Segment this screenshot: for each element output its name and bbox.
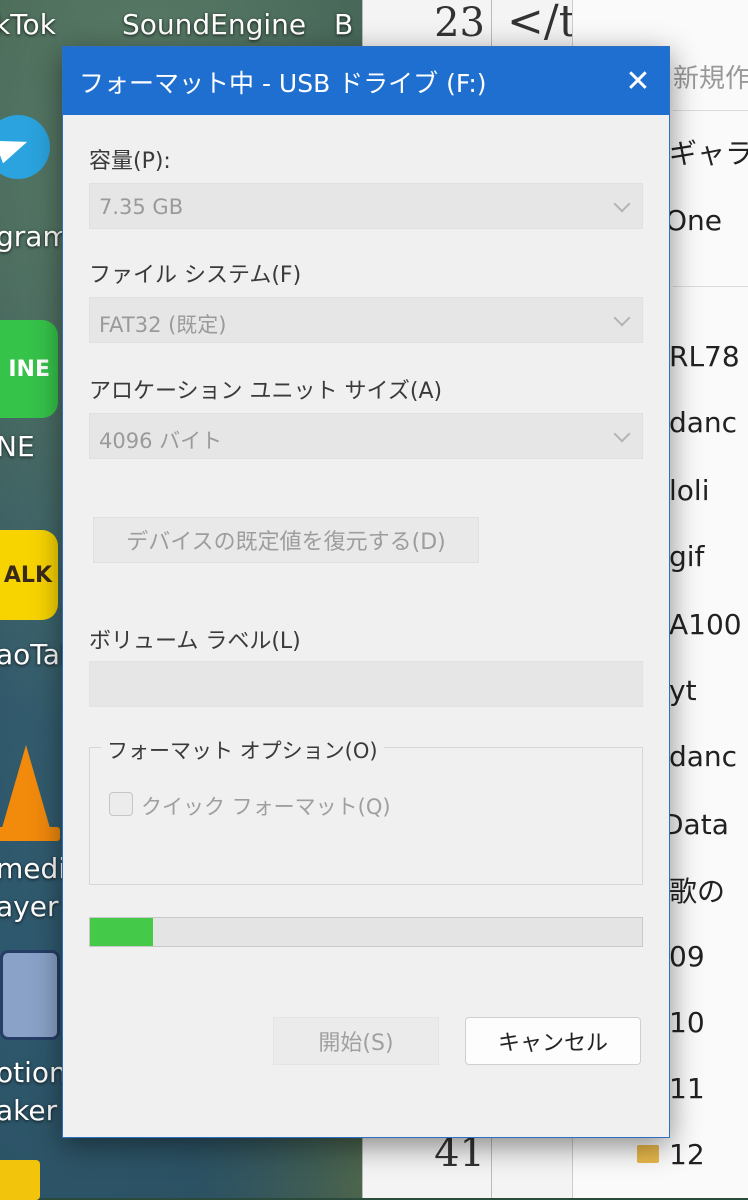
explorer-item[interactable]: danc [669, 736, 737, 776]
desktop-label-telegram[interactable]: gram [0, 220, 70, 253]
kakaotalk-icon[interactable]: ALK [0, 530, 58, 620]
line-number: 23 [434, 0, 485, 46]
movie-maker-icon[interactable] [0, 950, 60, 1040]
filesystem-value: FAT32 (既定) [99, 313, 227, 337]
desktop-label-motion[interactable]: otion [0, 1056, 67, 1089]
explorer-item-label: 歌の [669, 875, 726, 908]
format-dialog: フォーマット中 - USB ドライブ (F:) ✕ 容量(P): 7.35 GB… [62, 46, 670, 1138]
desktop-label-player[interactable]: ayer [0, 890, 58, 923]
capacity-label: 容量(P): [89, 149, 171, 174]
capacity-value: 7.35 GB [99, 195, 184, 219]
line-app-icon[interactable]: INE [0, 320, 58, 418]
explorer-item-label: loli [669, 473, 710, 507]
allocation-select[interactable]: 4096 バイト [89, 413, 643, 459]
explorer-item-label: 12 [669, 1137, 705, 1171]
dialog-titlebar[interactable]: フォーマット中 - USB ドライブ (F:) ✕ [63, 47, 669, 115]
new-button[interactable]: 新規作 [673, 58, 748, 95]
chevron-down-icon [613, 309, 631, 327]
explorer-item[interactable]: One [647, 200, 722, 240]
capacity-select[interactable]: 7.35 GB [89, 183, 643, 229]
close-button[interactable]: ✕ [607, 47, 669, 115]
desktop-label-media[interactable]: medi [0, 852, 66, 885]
start-button[interactable]: 開始(S) [273, 1017, 439, 1065]
format-progress-bar [89, 917, 643, 947]
explorer-item[interactable]: 10 [647, 1002, 705, 1042]
explorer-item-label: ギャラ [669, 137, 748, 170]
chevron-down-icon [613, 425, 631, 443]
cancel-button[interactable]: キャンセル [465, 1017, 641, 1065]
explorer-item-label: danc [669, 739, 738, 773]
allocation-value: 4096 バイト [99, 429, 223, 453]
explorer-item[interactable]: gif [647, 536, 705, 576]
explorer-item-label: danc [669, 405, 738, 439]
explorer-item-label: yt [669, 673, 697, 707]
filesystem-select[interactable]: FAT32 (既定) [89, 297, 643, 343]
explorer-item[interactable]: A100 [647, 604, 742, 644]
explorer-item[interactable]: ギャラ [647, 132, 748, 172]
toolbar-divider [673, 110, 748, 111]
explorer-item-label: RL78 [669, 339, 740, 373]
explorer-item[interactable]: 11 [647, 1068, 705, 1108]
explorer-item[interactable]: Data [647, 804, 729, 844]
explorer-item[interactable]: yt [647, 670, 697, 710]
volume-label-caption: ボリューム ラベル(L) [89, 629, 301, 654]
explorer-item-label: 11 [669, 1071, 705, 1105]
desktop-label-b[interactable]: B [334, 8, 353, 41]
explorer-item[interactable]: RL78 [647, 336, 740, 376]
format-options-title: フォーマット オプション(O) [101, 735, 384, 765]
explorer-item[interactable]: danc [669, 402, 737, 442]
code-fragment: </t [507, 0, 577, 47]
nav-divider [673, 286, 748, 287]
explorer-item-label: Data [662, 807, 729, 841]
explorer-item-label: 10 [669, 1005, 705, 1039]
file-icon[interactable] [0, 1160, 40, 1200]
explorer-item-label: gif [669, 539, 705, 573]
explorer-item[interactable]: 12 [637, 1134, 705, 1174]
chevron-down-icon [613, 195, 631, 213]
volume-label-input[interactable] [89, 661, 643, 707]
close-icon: ✕ [625, 63, 651, 99]
restore-defaults-button[interactable]: デバイスの既定値を復元する(D) [93, 517, 479, 563]
filesystem-label: ファイル システム(F) [89, 263, 302, 288]
dialog-title: フォーマット中 - USB ドライブ (F:) [79, 69, 487, 98]
desktop-label-tiktok[interactable]: kTok [0, 8, 56, 41]
folder-icon [637, 1145, 659, 1163]
desktop-label-line[interactable]: NE [0, 430, 35, 463]
quick-format-checkbox[interactable] [109, 792, 133, 816]
desktop-label-maker[interactable]: aker [0, 1094, 57, 1127]
explorer-item[interactable]: loli [647, 470, 710, 510]
explorer-item-label: One [665, 203, 723, 237]
quick-format-label[interactable]: クイック フォーマット(Q) [141, 791, 391, 821]
desktop-label-soundengine[interactable]: SoundEngine [122, 8, 306, 41]
desktop-label-kakaotalk[interactable]: aoTal [0, 638, 68, 671]
explorer-item-label: A100 [669, 607, 742, 641]
vlc-cone-icon[interactable] [0, 745, 60, 841]
explorer-item-label: 09 [669, 939, 705, 973]
allocation-label: アロケーション ユニット サイズ(A) [89, 379, 443, 404]
explorer-item[interactable]: 09 [647, 936, 705, 976]
progress-fill [90, 918, 154, 946]
explorer-item[interactable]: 歌の [647, 870, 726, 910]
